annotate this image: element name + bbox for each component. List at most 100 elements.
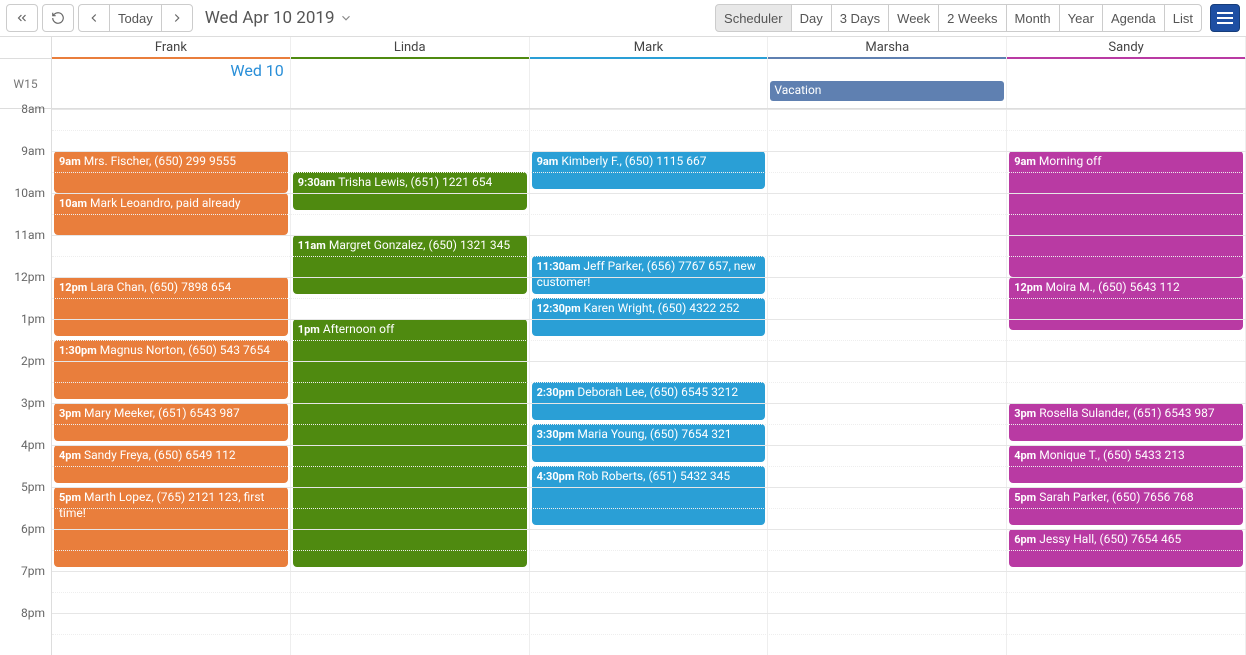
calendar-event[interactable]: 3pmMary Meeker, (651) 6543 987 bbox=[54, 403, 288, 441]
allday-cell[interactable] bbox=[530, 59, 769, 108]
calendar-event[interactable]: 4:30pmRob Roberts, (651) 5432 345 bbox=[532, 466, 766, 525]
event-title: Magnus Norton, (650) 543 7654 bbox=[100, 343, 270, 357]
calendar-event[interactable]: 12pmLara Chan, (650) 7898 654 bbox=[54, 277, 288, 336]
calendar-event[interactable]: 9amMrs. Fischer, (650) 299 9555 bbox=[54, 151, 288, 193]
event-time: 1:30pm bbox=[59, 344, 97, 357]
view-3days[interactable]: 3 Days bbox=[831, 4, 889, 32]
calendar-event[interactable]: 9:30amTrisha Lewis, (651) 1221 654 bbox=[293, 172, 527, 210]
hour-label: 11am bbox=[0, 228, 51, 270]
day-column[interactable]: 9amMorning off 12pm Moira M., (650) 5643 1… bbox=[1007, 109, 1246, 655]
date-chip: Wed 10 bbox=[230, 61, 283, 80]
event-time: 9am bbox=[1014, 155, 1036, 168]
event-time: 12pm bbox=[1014, 281, 1042, 294]
date-picker[interactable]: Wed Apr 10 2019 bbox=[205, 8, 353, 28]
view-week[interactable]: Week bbox=[888, 4, 939, 32]
allday-cell[interactable]: Vacation bbox=[768, 59, 1007, 108]
day-column[interactable] bbox=[768, 109, 1007, 655]
hour-label: 9am bbox=[0, 144, 51, 186]
time-gutter: 8am9am10am11am12pm1pm2pm3pm4pm5pm6pm7pm8… bbox=[0, 109, 52, 655]
view-switcher: Scheduler Day 3 Days Week 2 Weeks Month … bbox=[715, 4, 1202, 32]
day-column[interactable]: 9amMrs. Fischer, (650) 299 955510amMark … bbox=[52, 109, 291, 655]
calendar-event[interactable]: 9amMorning off bbox=[1009, 151, 1243, 277]
event-time: 11am bbox=[298, 239, 326, 252]
event-title: Karen Wright, (650) 4322 252 bbox=[584, 301, 740, 315]
event-time: 6pm bbox=[1014, 533, 1036, 546]
event-title: Mark Leoandro, paid already bbox=[90, 196, 241, 210]
refresh-icon bbox=[51, 11, 65, 25]
hour-label: 4pm bbox=[0, 438, 51, 480]
resource-header[interactable]: Linda bbox=[291, 37, 530, 58]
today-button[interactable]: Today bbox=[109, 4, 162, 32]
calendar-event[interactable]: 9amKimberly F., (650) 1115 667 bbox=[532, 151, 766, 189]
event-title: Morning off bbox=[1039, 154, 1101, 168]
calendar-event[interactable]: 10amMark Leoandro, paid already bbox=[54, 193, 288, 235]
resource-header[interactable]: Sandy bbox=[1007, 37, 1246, 58]
refresh-button[interactable] bbox=[42, 4, 74, 32]
event-time: 3pm bbox=[59, 407, 81, 420]
calendar-event[interactable]: 3pmRosella Sulander, (651) 6543 987 bbox=[1009, 403, 1243, 441]
hour-label: 5pm bbox=[0, 480, 51, 522]
resource-header[interactable]: Frank bbox=[52, 37, 291, 58]
view-agenda[interactable]: Agenda bbox=[1102, 4, 1165, 32]
scheduler-grid: FrankLindaMarkMarshaSandy W15 Wed 10Vaca… bbox=[0, 37, 1246, 655]
event-title: Maria Young, (650) 7654 321 bbox=[577, 427, 731, 441]
view-month[interactable]: Month bbox=[1006, 4, 1060, 32]
event-title: Moira M., (650) 5643 112 bbox=[1046, 280, 1180, 294]
calendar-event[interactable]: 5pmSarah Parker, (650) 7656 768 bbox=[1009, 487, 1243, 525]
calendar-event[interactable]: 3:30pmMaria Young, (650) 7654 321 bbox=[532, 424, 766, 462]
prev-button[interactable] bbox=[78, 4, 110, 32]
calendar-event[interactable]: 5pmMarth Lopez, (765) 2121 123, first ti… bbox=[54, 487, 288, 567]
event-time: 3:30pm bbox=[537, 428, 575, 441]
event-time: 9am bbox=[537, 155, 559, 168]
day-column[interactable]: 9amKimberly F., (650) 1115 667 11:30amJef… bbox=[530, 109, 769, 655]
calendar-event[interactable]: 12pm Moira M., (650) 5643 112 bbox=[1009, 277, 1243, 330]
view-list[interactable]: List bbox=[1164, 4, 1202, 32]
rewind-button[interactable] bbox=[6, 4, 38, 32]
calendar-event[interactable]: 1:30pmMagnus Norton, (650) 543 7654 bbox=[54, 340, 288, 399]
next-button[interactable] bbox=[161, 4, 193, 32]
allday-event[interactable]: Vacation bbox=[770, 81, 1004, 101]
allday-cell[interactable]: Wed 10 bbox=[52, 59, 291, 108]
columns: 9amMrs. Fischer, (650) 299 955510amMark … bbox=[52, 109, 1246, 655]
hour-label: 12pm bbox=[0, 270, 51, 312]
hamburger-icon bbox=[1217, 17, 1233, 19]
resource-name: Linda bbox=[394, 40, 426, 55]
hour-label: 7pm bbox=[0, 564, 51, 606]
event-title: Jessy Hall, (650) 7654 465 bbox=[1039, 532, 1181, 546]
resource-header[interactable]: Marsha bbox=[768, 37, 1007, 58]
view-day[interactable]: Day bbox=[791, 4, 832, 32]
resource-name: Frank bbox=[155, 40, 187, 55]
calendar-event[interactable]: 4pmSandy Freya, (650) 6549 112 bbox=[54, 445, 288, 483]
hour-label: 8am bbox=[0, 102, 51, 144]
view-year[interactable]: Year bbox=[1059, 4, 1103, 32]
event-time: 5pm bbox=[59, 491, 81, 504]
menu-button[interactable] bbox=[1210, 4, 1240, 32]
toolbar: Today Wed Apr 10 2019 Scheduler Day 3 Da… bbox=[0, 0, 1246, 37]
view-scheduler[interactable]: Scheduler bbox=[715, 4, 792, 32]
calendar-event[interactable]: 1pmAfternoon off bbox=[293, 319, 527, 567]
view-2weeks[interactable]: 2 Weeks bbox=[938, 4, 1006, 32]
calendar-event[interactable]: 4pmMonique T., (650) 5433 213 bbox=[1009, 445, 1243, 483]
calendar-event[interactable]: 11:30amJeff Parker, (656) 7767 657, new … bbox=[532, 256, 766, 294]
event-title: Lara Chan, (650) 7898 654 bbox=[90, 280, 231, 294]
event-time: 3pm bbox=[1014, 407, 1036, 420]
event-time: 10am bbox=[59, 197, 87, 210]
hour-label: 6pm bbox=[0, 522, 51, 564]
calendar-event[interactable]: 6pmJessy Hall, (650) 7654 465 bbox=[1009, 529, 1243, 567]
calendar-event[interactable]: 11amMargret Gonzalez, (650) 1321 345 bbox=[293, 235, 527, 294]
day-column[interactable]: 9:30amTrisha Lewis, (651) 1221 654 11amMa… bbox=[291, 109, 530, 655]
event-title: Kimberly F., (650) 1115 667 bbox=[561, 154, 706, 168]
resource-header[interactable]: Mark bbox=[530, 37, 769, 58]
header-gutter bbox=[0, 37, 52, 58]
event-title: Monique T., (650) 5433 213 bbox=[1039, 448, 1184, 462]
event-title: Deborah Lee, (650) 6545 3212 bbox=[577, 385, 738, 399]
allday-cell[interactable] bbox=[291, 59, 530, 108]
calendar-event[interactable]: 2:30pmDeborah Lee, (650) 6545 3212 bbox=[532, 382, 766, 420]
chevron-down-icon bbox=[339, 11, 353, 25]
date-nav-group: Today bbox=[78, 4, 193, 32]
allday-cell[interactable] bbox=[1007, 59, 1246, 108]
event-time: 4pm bbox=[1014, 449, 1036, 462]
calendar-event[interactable]: 12:30pmKaren Wright, (650) 4322 252 bbox=[532, 298, 766, 336]
resource-header-row: Frank Linda MarkMarshaSandy bbox=[0, 37, 1246, 59]
event-time: 4:30pm bbox=[537, 470, 575, 483]
